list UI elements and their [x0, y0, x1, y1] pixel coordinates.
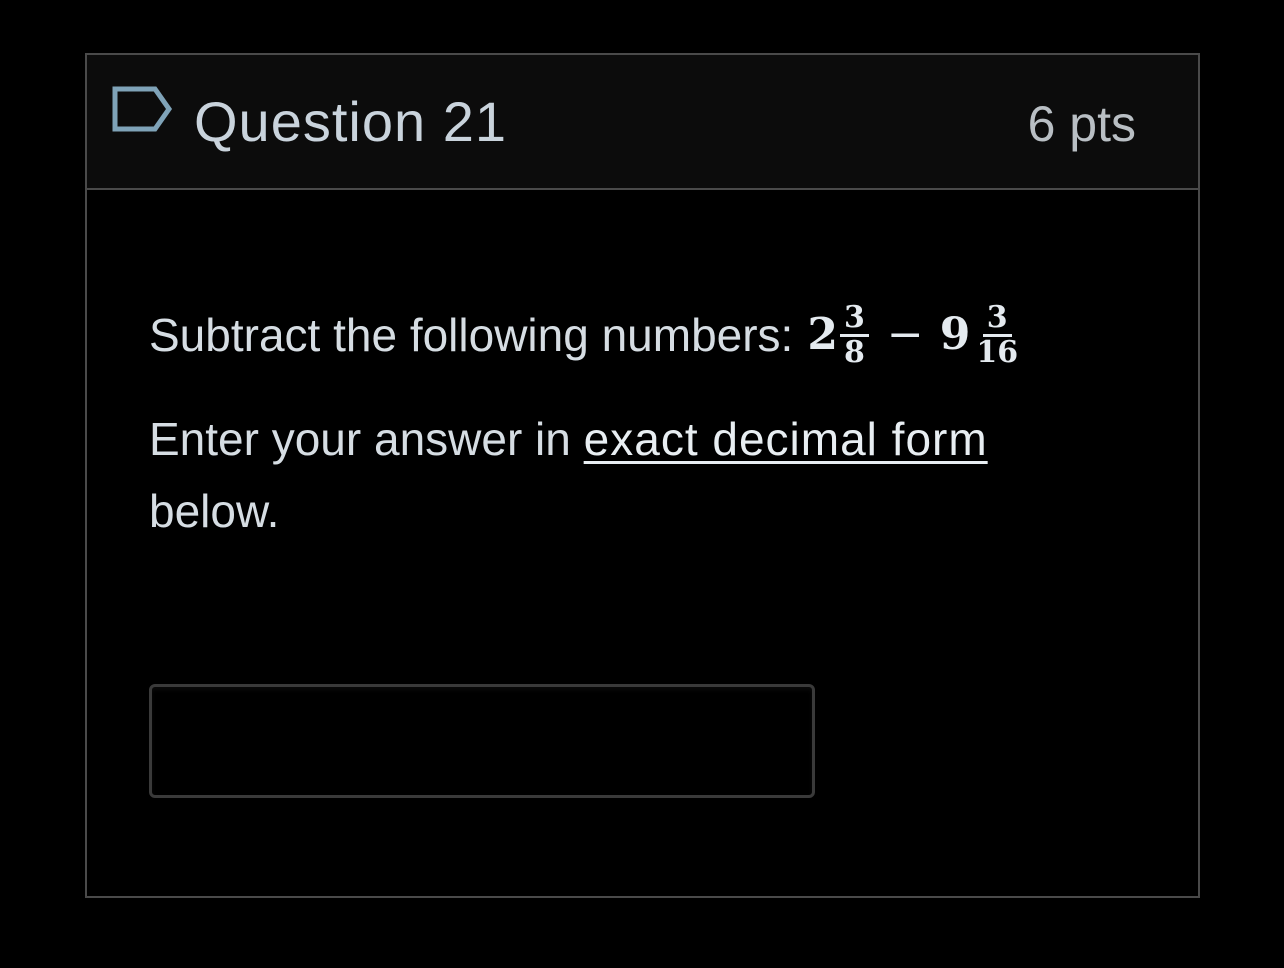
second-fraction: 3 16 [972, 301, 1022, 370]
math-expression: 2 3 8 − 9 3 16 [807, 295, 1026, 375]
instruction-emphasis: exact decimal form [583, 413, 988, 465]
question-points: 6 pts [1027, 96, 1136, 152]
first-fraction: 3 8 [839, 301, 869, 370]
question-card: Question 21 6 pts Subtract the following… [85, 53, 1200, 898]
question-prompt: Subtract the following numbers: 2 3 8 − … [149, 295, 1109, 375]
prompt-text: Subtract the following numbers: [149, 309, 794, 361]
first-whole-number: 2 [807, 309, 838, 360]
instruction-text-after: below. [149, 485, 280, 537]
second-numerator: 3 [982, 301, 1012, 337]
question-body: Subtract the following numbers: 2 3 8 − … [149, 295, 1109, 547]
first-numerator: 3 [839, 301, 869, 337]
second-whole-number: 9 [939, 309, 971, 360]
question-header: Question 21 6 pts [87, 55, 1198, 190]
minus-operator: − [886, 309, 924, 360]
flag-question-icon[interactable] [111, 85, 173, 135]
answer-instruction: Enter your answer in exact decimal form … [149, 403, 1049, 547]
first-denominator: 8 [843, 334, 865, 370]
answer-input[interactable] [149, 684, 815, 798]
instruction-text-before: Enter your answer in [149, 413, 571, 465]
second-denominator: 16 [976, 334, 1019, 370]
question-title: Question 21 [194, 90, 507, 153]
